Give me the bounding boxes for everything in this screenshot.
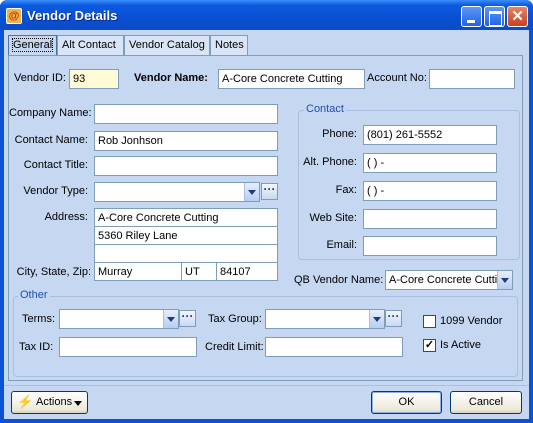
ok-button[interactable]: OK (371, 391, 442, 414)
close-icon: ✕ (511, 8, 524, 25)
lightning-icon: ⚡ (17, 394, 34, 409)
address-line-2[interactable]: 5360 Riley Lane (94, 226, 278, 245)
tab-notes[interactable]: Notes (210, 35, 248, 55)
minimize-button[interactable] (461, 6, 482, 27)
email-label: Email: (326, 239, 357, 251)
vendor-type-label: Vendor Type: (23, 185, 88, 197)
chevron-down-icon[interactable] (497, 271, 512, 289)
vendor-1099-checkbox[interactable] (423, 315, 436, 328)
vendor-details-window: @ Vendor Details ✕ General Alt Contact V… (0, 0, 533, 423)
fax-label: Fax: (335, 184, 357, 196)
terms-select[interactable] (59, 309, 179, 329)
chevron-down-icon[interactable] (369, 310, 384, 328)
tab-notes-label: Notes (215, 39, 244, 51)
title-bar[interactable]: @ Vendor Details ✕ (0, 0, 533, 30)
vendor-1099-label: 1099 Vendor (440, 315, 503, 327)
contact-title-field[interactable] (94, 156, 278, 176)
actions-button-label: Actions (36, 396, 73, 408)
company-name-field[interactable] (94, 104, 278, 124)
maximize-button[interactable] (484, 6, 505, 27)
alt-phone-field[interactable]: ( ) - (363, 153, 497, 173)
contact-name-field[interactable]: Rob Jonhson (94, 131, 278, 151)
dialog-client: General Alt Contact Vendor Catalog Notes… (4, 30, 529, 419)
actions-button[interactable]: ⚡ Actions (11, 391, 88, 414)
alt-phone-label: Alt. Phone: (303, 156, 357, 168)
tax-group-label: Tax Group: (208, 313, 262, 325)
qb-vendor-name-select[interactable]: A-Core Concrete Cutti (385, 270, 513, 290)
website-field[interactable] (363, 209, 497, 229)
company-name-label: Company Name: (9, 107, 92, 119)
vendor-name-field[interactable]: A-Core Concrete Cutting (218, 69, 365, 89)
credit-limit-label: Credit Limit: (205, 341, 264, 353)
city-state-zip-label: City, State, Zip: (16, 266, 91, 278)
tab-vendor-catalog[interactable]: Vendor Catalog (124, 35, 210, 55)
city-field[interactable]: Murray (94, 262, 182, 281)
vendor-type-browse-button[interactable]: ··· (261, 183, 278, 200)
phone-field[interactable]: (801) 261-5552 (363, 125, 497, 145)
is-active-label: Is Active (440, 339, 481, 351)
tab-general[interactable]: General (8, 35, 57, 56)
zip-field[interactable]: 84107 (216, 262, 278, 281)
other-group-title: Other (18, 289, 50, 301)
vendor-id-field[interactable]: 93 (69, 69, 119, 89)
cancel-button[interactable]: Cancel (450, 391, 522, 414)
website-label: Web Site: (309, 212, 358, 224)
is-active-checkbox[interactable]: ✓ (423, 339, 436, 352)
fax-field[interactable]: ( ) - (363, 181, 497, 201)
general-tab-panel: Vendor ID: 93 Vendor Name: A-Core Concre… (8, 55, 523, 381)
app-icon: @ (6, 8, 22, 24)
checkmark-icon: ✓ (424, 339, 435, 351)
phone-label: Phone: (322, 128, 357, 140)
vendor-name-label: Vendor Name: (134, 72, 208, 84)
contact-group-title: Contact (304, 103, 346, 115)
vendor-type-select[interactable] (94, 182, 260, 202)
chevron-down-icon[interactable] (163, 310, 178, 328)
qb-vendor-name-value: A-Core Concrete Cutti (389, 274, 498, 286)
contact-name-label: Contact Name: (14, 134, 88, 146)
chevron-down-icon[interactable] (244, 183, 259, 201)
tax-id-label: Tax ID: (19, 341, 54, 353)
tab-general-label: General (11, 38, 54, 52)
address-label: Address: (44, 211, 88, 223)
account-no-field[interactable] (429, 69, 515, 89)
button-bar: ⚡ Actions OK Cancel (4, 385, 529, 419)
window-title: Vendor Details (27, 8, 118, 23)
tab-alt-contact-label: Alt Contact (62, 39, 116, 51)
tab-vendor-catalog-label: Vendor Catalog (129, 39, 205, 51)
chevron-down-icon (74, 401, 82, 406)
state-field[interactable]: UT (181, 262, 217, 281)
qb-vendor-name-label: QB Vendor Name: (294, 274, 384, 286)
email-field[interactable] (363, 236, 497, 256)
tax-group-browse-button[interactable]: ··· (385, 310, 402, 327)
tab-alt-contact[interactable]: Alt Contact (57, 35, 124, 55)
account-no-label: Account No: (367, 72, 427, 84)
address-line-1[interactable]: A-Core Concrete Cutting (94, 208, 278, 227)
contact-title-label: Contact Title: (23, 159, 88, 171)
terms-browse-button[interactable]: ··· (179, 310, 196, 327)
vendor-id-label: Vendor ID: (14, 72, 66, 84)
terms-label: Terms: (22, 313, 55, 325)
credit-limit-field[interactable] (265, 337, 403, 357)
address-line-3[interactable] (94, 244, 278, 263)
tax-id-field[interactable] (59, 337, 197, 357)
tax-group-select[interactable] (265, 309, 385, 329)
close-button[interactable]: ✕ (507, 6, 528, 27)
